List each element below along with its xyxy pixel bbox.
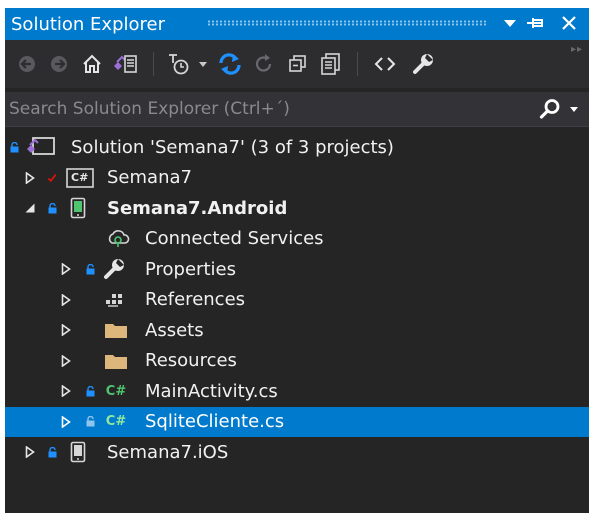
lock-icon [85, 407, 95, 438]
tree-row-assets[interactable]: Assets [5, 315, 589, 346]
toolbar-separator [153, 52, 154, 76]
collapse-all-icon[interactable] [285, 52, 311, 76]
tree-item-label: Semana7 [107, 167, 192, 189]
refresh-icon[interactable] [251, 52, 277, 76]
tree-row-connected-services[interactable]: Connected Services [5, 224, 589, 255]
lock-icon [85, 254, 95, 285]
solution-tree: Solution 'Semana7' (3 of 3 projects) C# … [5, 132, 589, 468]
search-icon[interactable] [537, 96, 563, 122]
lock-icon [9, 132, 19, 163]
back-icon[interactable] [15, 52, 39, 76]
lock-icon [47, 437, 57, 468]
toolbar: ▸▸ [5, 40, 589, 88]
tree-item-label: Semana7.iOS [107, 441, 229, 463]
tree-item-label: Semana7.Android [107, 197, 288, 219]
search-input[interactable] [9, 96, 529, 122]
tree-item-label: Assets [145, 319, 204, 341]
tree-item-label: Resources [145, 350, 237, 372]
home-icon[interactable] [79, 52, 105, 76]
toolbar-overflow-icon[interactable]: ▸▸ [571, 44, 583, 55]
csharp-project-icon: C# [65, 163, 95, 194]
folder-icon [103, 346, 129, 377]
tree-item-label: References [145, 289, 246, 311]
panel-title: Solution Explorer [11, 14, 165, 35]
search-bar [5, 92, 589, 127]
ios-device-icon [67, 437, 89, 468]
tree-row-semana7-ios[interactable]: Semana7.iOS [5, 437, 589, 468]
tree-item-label: Solution 'Semana7' (3 of 3 projects) [71, 136, 394, 158]
expand-arrow-icon[interactable] [59, 315, 73, 346]
tree-item-label: MainActivity.cs [145, 380, 278, 402]
checkmark-icon [47, 163, 57, 194]
tree-row-semana7[interactable]: C# Semana7 [5, 163, 589, 194]
tree-item-label: SqliteCliente.cs [145, 411, 285, 433]
pending-changes-filter-icon[interactable] [165, 52, 195, 76]
filter-dropdown-icon[interactable] [197, 52, 209, 76]
expand-arrow-icon[interactable] [59, 346, 73, 377]
drag-grip[interactable] [207, 20, 487, 26]
toolbar-separator [357, 52, 358, 76]
tree-row-mainactivity[interactable]: C# MainActivity.cs [5, 376, 589, 407]
tree-row-solution[interactable]: Solution 'Semana7' (3 of 3 projects) [5, 132, 589, 163]
expand-arrow-icon[interactable] [59, 376, 73, 407]
tree-row-semana7-android[interactable]: Semana7.Android [5, 193, 589, 224]
expand-arrow-icon[interactable] [23, 437, 37, 468]
tree-row-properties[interactable]: Properties [5, 254, 589, 285]
wrench-icon [101, 254, 127, 285]
show-all-files-icon[interactable] [317, 52, 345, 76]
search-options-dropdown-icon[interactable] [565, 96, 583, 122]
csharp-file-icon: C# [105, 383, 127, 399]
tree-row-sqlitecliente[interactable]: C# SqliteCliente.cs [5, 406, 589, 438]
folder-icon [103, 315, 129, 346]
lock-icon [85, 376, 95, 407]
solution-explorer-panel: Solution Explorer ▸▸ Search Solution Exp… [5, 8, 589, 513]
pin-icon[interactable] [523, 10, 549, 36]
expand-arrow-icon[interactable] [59, 285, 73, 316]
sync-icon[interactable] [215, 52, 245, 76]
expand-arrow-icon[interactable] [23, 163, 37, 194]
forward-icon[interactable] [47, 52, 71, 76]
expand-arrow-icon[interactable] [59, 254, 73, 285]
references-icon [103, 285, 127, 316]
title-bar: Solution Explorer [5, 8, 589, 40]
solution-icon [23, 132, 57, 163]
tree-item-label: Properties [145, 258, 236, 280]
collapse-arrow-icon[interactable] [23, 193, 37, 224]
close-icon[interactable] [557, 10, 581, 36]
csharp-file-icon: C# [105, 414, 127, 430]
switch-views-icon[interactable] [111, 52, 139, 76]
dropdown-arrow-icon[interactable] [499, 10, 521, 36]
android-device-icon [67, 193, 89, 224]
properties-wrench-icon[interactable] [409, 52, 437, 76]
expand-arrow-icon[interactable] [59, 407, 73, 438]
connected-services-icon [105, 224, 131, 255]
tree-item-label: Connected Services [145, 228, 324, 250]
tree-row-resources[interactable]: Resources [5, 346, 589, 377]
view-code-icon[interactable] [371, 52, 399, 76]
lock-icon [47, 193, 57, 224]
tree-row-references[interactable]: References [5, 285, 589, 316]
